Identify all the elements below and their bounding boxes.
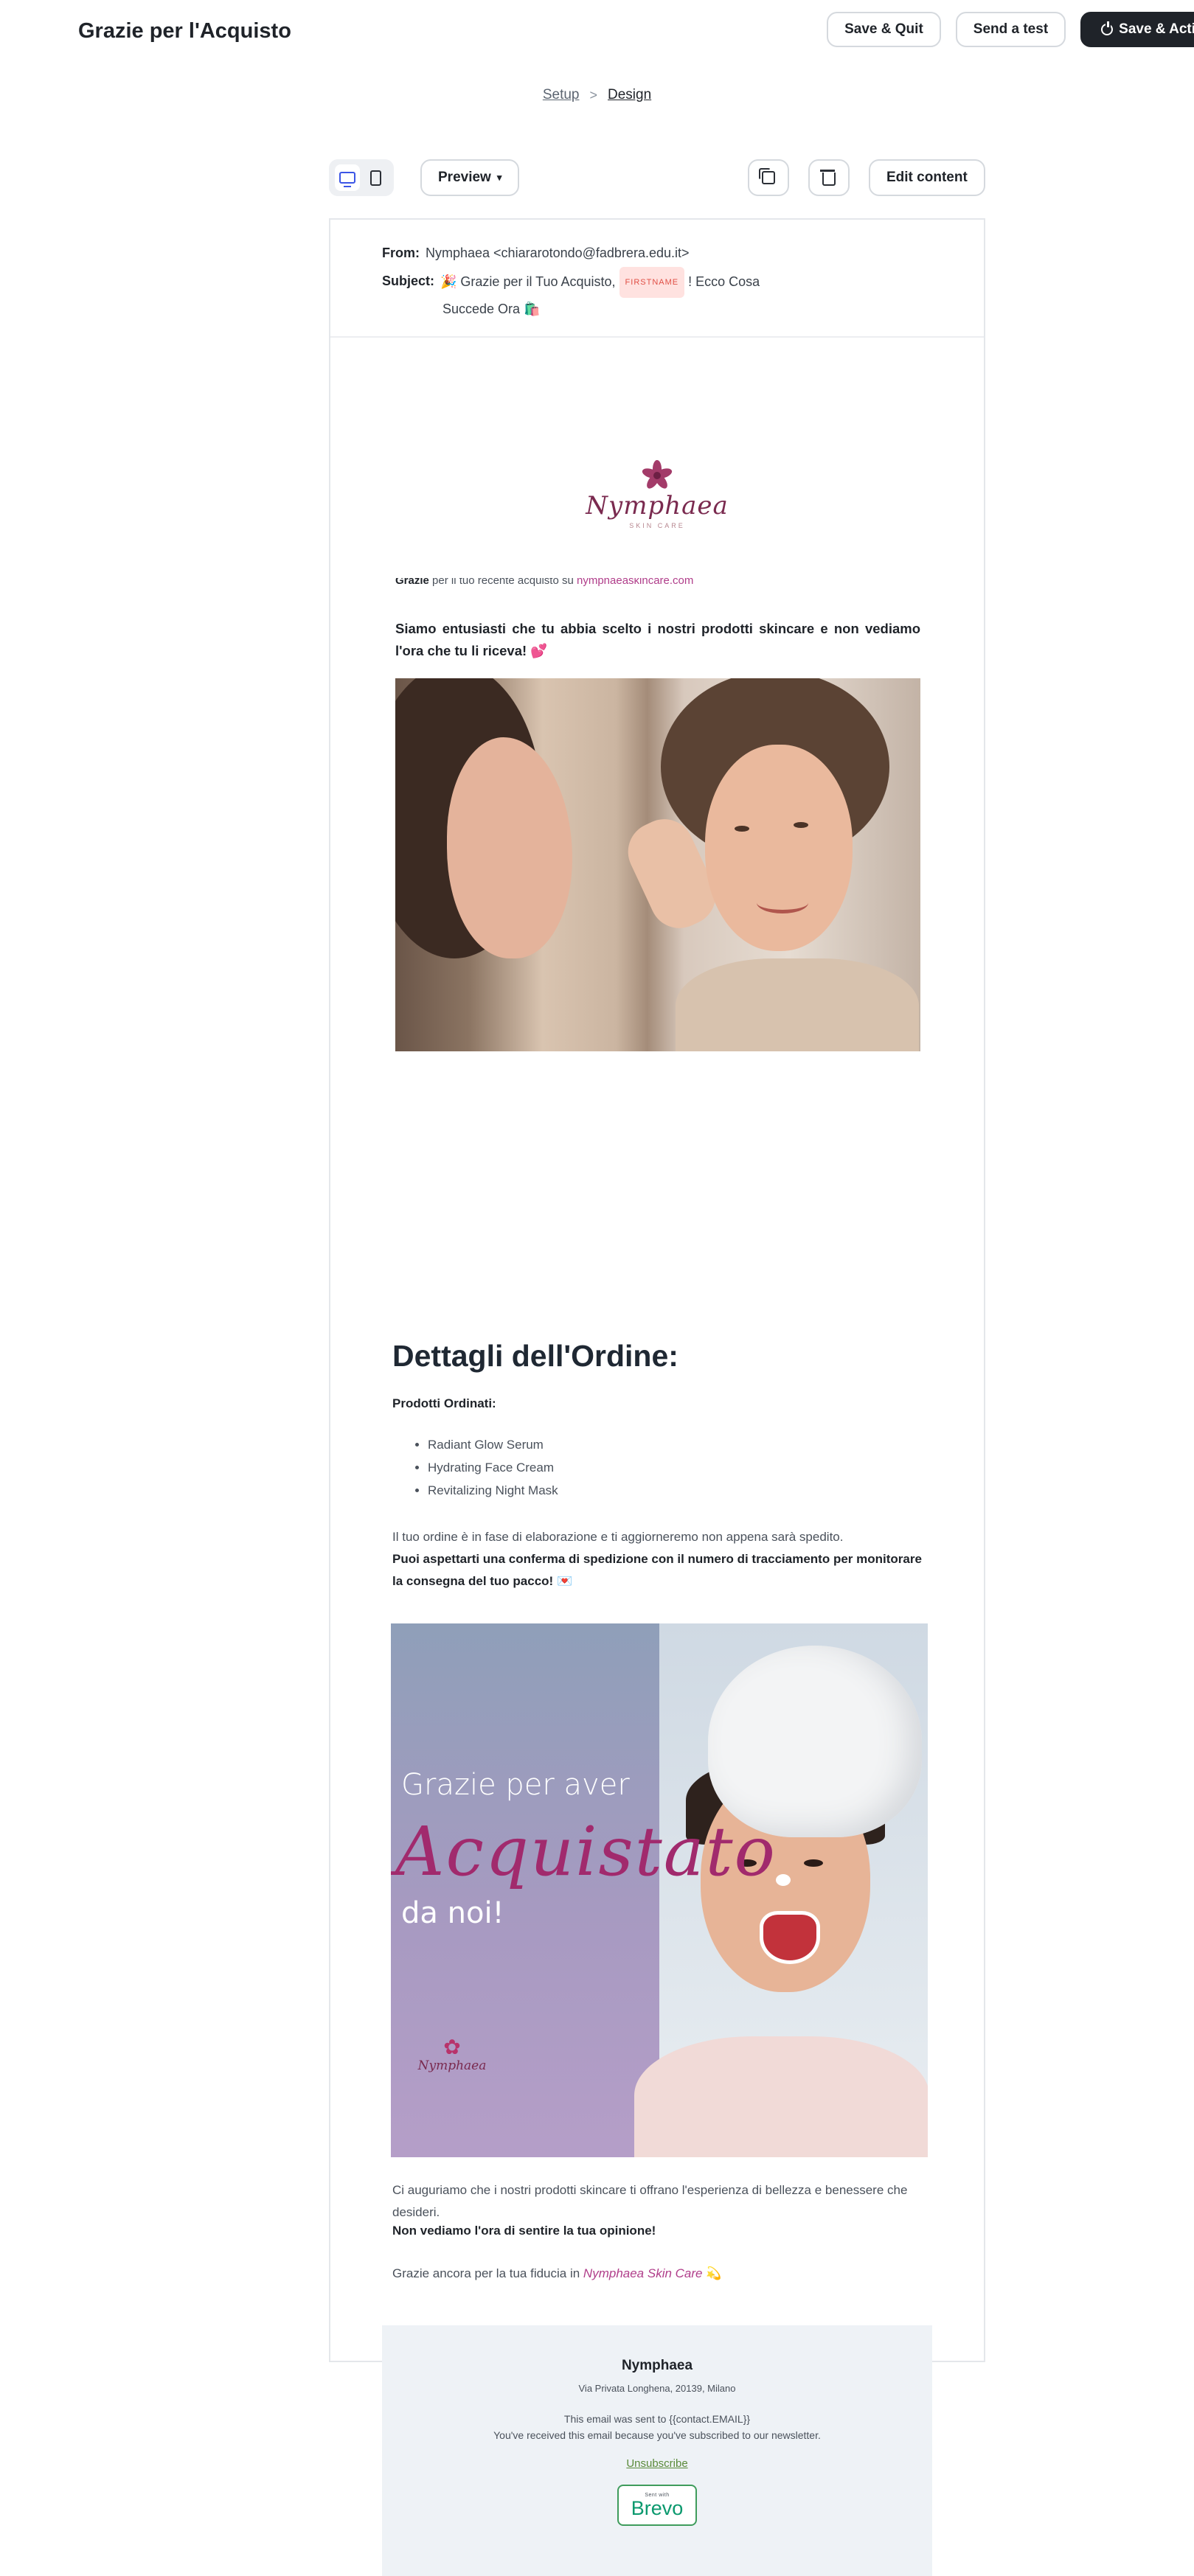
- editor-toolbar: Preview ▾ Edit content: [329, 159, 987, 201]
- top-bar: Grazie per l'Acquisto Save & Quit Send a…: [0, 0, 1194, 66]
- thanks-prefix: Grazie ancora per la tua fiducia in: [392, 2266, 583, 2280]
- cut-text: per il tuo recente acquisto su: [428, 578, 577, 587]
- breadcrumb-design: Design: [608, 87, 652, 102]
- subject-text: 🎉 Grazie per il Tuo Acquisto, FIRSTNAME …: [440, 267, 760, 298]
- preview-label: Preview: [438, 170, 491, 185]
- top-actions: Save & Quit Send a test Save & Acti: [827, 12, 1194, 47]
- order-status-paragraph: Il tuo ordine è in fase di elaborazione …: [392, 1526, 931, 1592]
- intro-paragraph: Siamo entusiasti che tu abbia scelto i n…: [395, 618, 920, 662]
- email-meta: From: Nymphaea <chiararotondo@fadbrera.e…: [330, 220, 984, 338]
- banner-line-2: da noi!: [401, 1896, 504, 1930]
- footer-address: Via Privata Longhena, 20139, Milano: [578, 2383, 736, 2394]
- from-label: From:: [382, 246, 420, 260]
- banner-script: Acquistato: [395, 1812, 777, 1891]
- list-item: Revitalizing Night Mask: [428, 1479, 558, 1502]
- preview-dropdown[interactable]: Preview ▾: [420, 159, 520, 196]
- subject-label: Subject:: [382, 274, 435, 288]
- from-row: From: Nymphaea <chiararotondo@fadbrera.e…: [382, 239, 932, 267]
- logo-wordmark: Nymphaea: [586, 491, 729, 521]
- closing-thanks: Grazie ancora per la tua fiducia in Nymp…: [392, 2266, 721, 2281]
- desktop-icon: [339, 172, 355, 187]
- page-title: Grazie per l'Acquisto: [78, 19, 291, 43]
- closing-wish: Ci auguriamo che i nostri prodotti skinc…: [392, 2183, 908, 2219]
- desktop-view-button[interactable]: [335, 164, 360, 191]
- partial-text-line: Grazie per il tuo recente acquisto su ny…: [395, 578, 919, 588]
- list-item: Hydrating Face Cream: [428, 1456, 558, 1479]
- from-value: Nymphaea <chiararotondo@fadbrera.edu.it>: [426, 246, 690, 260]
- power-icon: [1101, 21, 1114, 35]
- closing-opinion: Non vediamo l'ora di sentire la tua opin…: [392, 2224, 656, 2238]
- banner-logo-wordmark: Nymphaea: [417, 2058, 487, 2073]
- order-status: Il tuo ordine è in fase di elaborazione …: [392, 1530, 844, 1544]
- tracking-text: Puoi aspettarti una conferma di spedizio…: [392, 1552, 922, 1588]
- delete-button[interactable]: [808, 159, 850, 196]
- breadcrumb: Setup > Design: [0, 87, 1194, 103]
- trash-icon: [820, 170, 836, 186]
- save-activate-label: Save & Acti: [1119, 21, 1194, 37]
- edit-content-button[interactable]: Edit content: [869, 159, 985, 196]
- unsubscribe-link[interactable]: Unsubscribe: [382, 2457, 932, 2470]
- footer-sent-to: This email was sent to {{contact.EMAIL}}: [563, 2413, 751, 2425]
- subject-part-1: 🎉 Grazie per il Tuo Acquisto,: [440, 274, 616, 289]
- mobile-icon: [369, 170, 381, 186]
- banner-logo: ✿ Nymphaea: [412, 2036, 493, 2081]
- mobile-view-button[interactable]: [363, 164, 388, 191]
- brand-logo: Nymphaea SKIN CARE: [330, 397, 984, 588]
- flower-icon: [637, 456, 677, 495]
- brevo-logo: Brevo: [631, 2496, 684, 2519]
- thank-you-banner-image: Grazie per aver Acquistato da noi! ✿ Nym…: [391, 1623, 928, 2157]
- badge-small-text: Sent with: [645, 2492, 670, 2498]
- logo-tagline: SKIN CARE: [629, 522, 685, 529]
- copy-icon: [759, 168, 775, 184]
- subject-part-3: Succede Ora 🛍️: [442, 302, 541, 316]
- product-list: Radiant Glow Serum Hydrating Face Cream …: [392, 1433, 558, 1502]
- store-link[interactable]: nymphaeaskincare.com: [577, 578, 693, 587]
- duplicate-button[interactable]: [748, 159, 789, 196]
- email-footer: Nymphaea Via Privata Longhena, 20139, Mi…: [382, 2325, 932, 2576]
- letter-emoji: 💌: [556, 1574, 573, 1588]
- cut-bold: Grazie: [395, 578, 429, 587]
- save-activate-button[interactable]: Save & Acti: [1080, 12, 1194, 47]
- breadcrumb-setup[interactable]: Setup: [543, 87, 580, 103]
- send-test-button[interactable]: Send a test: [955, 12, 1066, 47]
- firstname-tag: FIRSTNAME: [619, 267, 685, 298]
- intro-text: Siamo entusiasti che tu abbia scelto i n…: [395, 621, 920, 658]
- sparkle-emoji: 💫: [706, 2266, 722, 2280]
- subject-part-2: ! Ecco Cosa: [688, 274, 760, 289]
- device-toggle: [329, 159, 394, 196]
- list-item: Radiant Glow Serum: [428, 1433, 558, 1456]
- order-heading: Dettagli dell'Ordine:: [392, 1339, 678, 1373]
- footer-reason: You've received this email because you'v…: [493, 2429, 821, 2441]
- flower-icon: ✿: [443, 2036, 461, 2058]
- breadcrumb-separator: >: [589, 87, 597, 102]
- chevron-down-icon: ▾: [496, 172, 502, 183]
- subject-row: Subject: 🎉 Grazie per il Tuo Acquisto, F…: [382, 267, 932, 298]
- save-quit-button[interactable]: Save & Quit: [827, 12, 941, 47]
- products-label: Prodotti Ordinati:: [392, 1396, 496, 1410]
- footer-company: Nymphaea: [621, 2358, 693, 2373]
- brevo-badge[interactable]: Sent with Brevo: [617, 2485, 697, 2526]
- brand-name: Nymphaea Skin Care: [583, 2266, 703, 2280]
- heart-emoji: 💕: [530, 643, 548, 658]
- banner-line-1: Grazie per aver: [401, 1768, 630, 1802]
- email-preview: From: Nymphaea <chiararotondo@fadbrera.e…: [329, 218, 985, 2576]
- skincare-mirror-image: [395, 678, 920, 1051]
